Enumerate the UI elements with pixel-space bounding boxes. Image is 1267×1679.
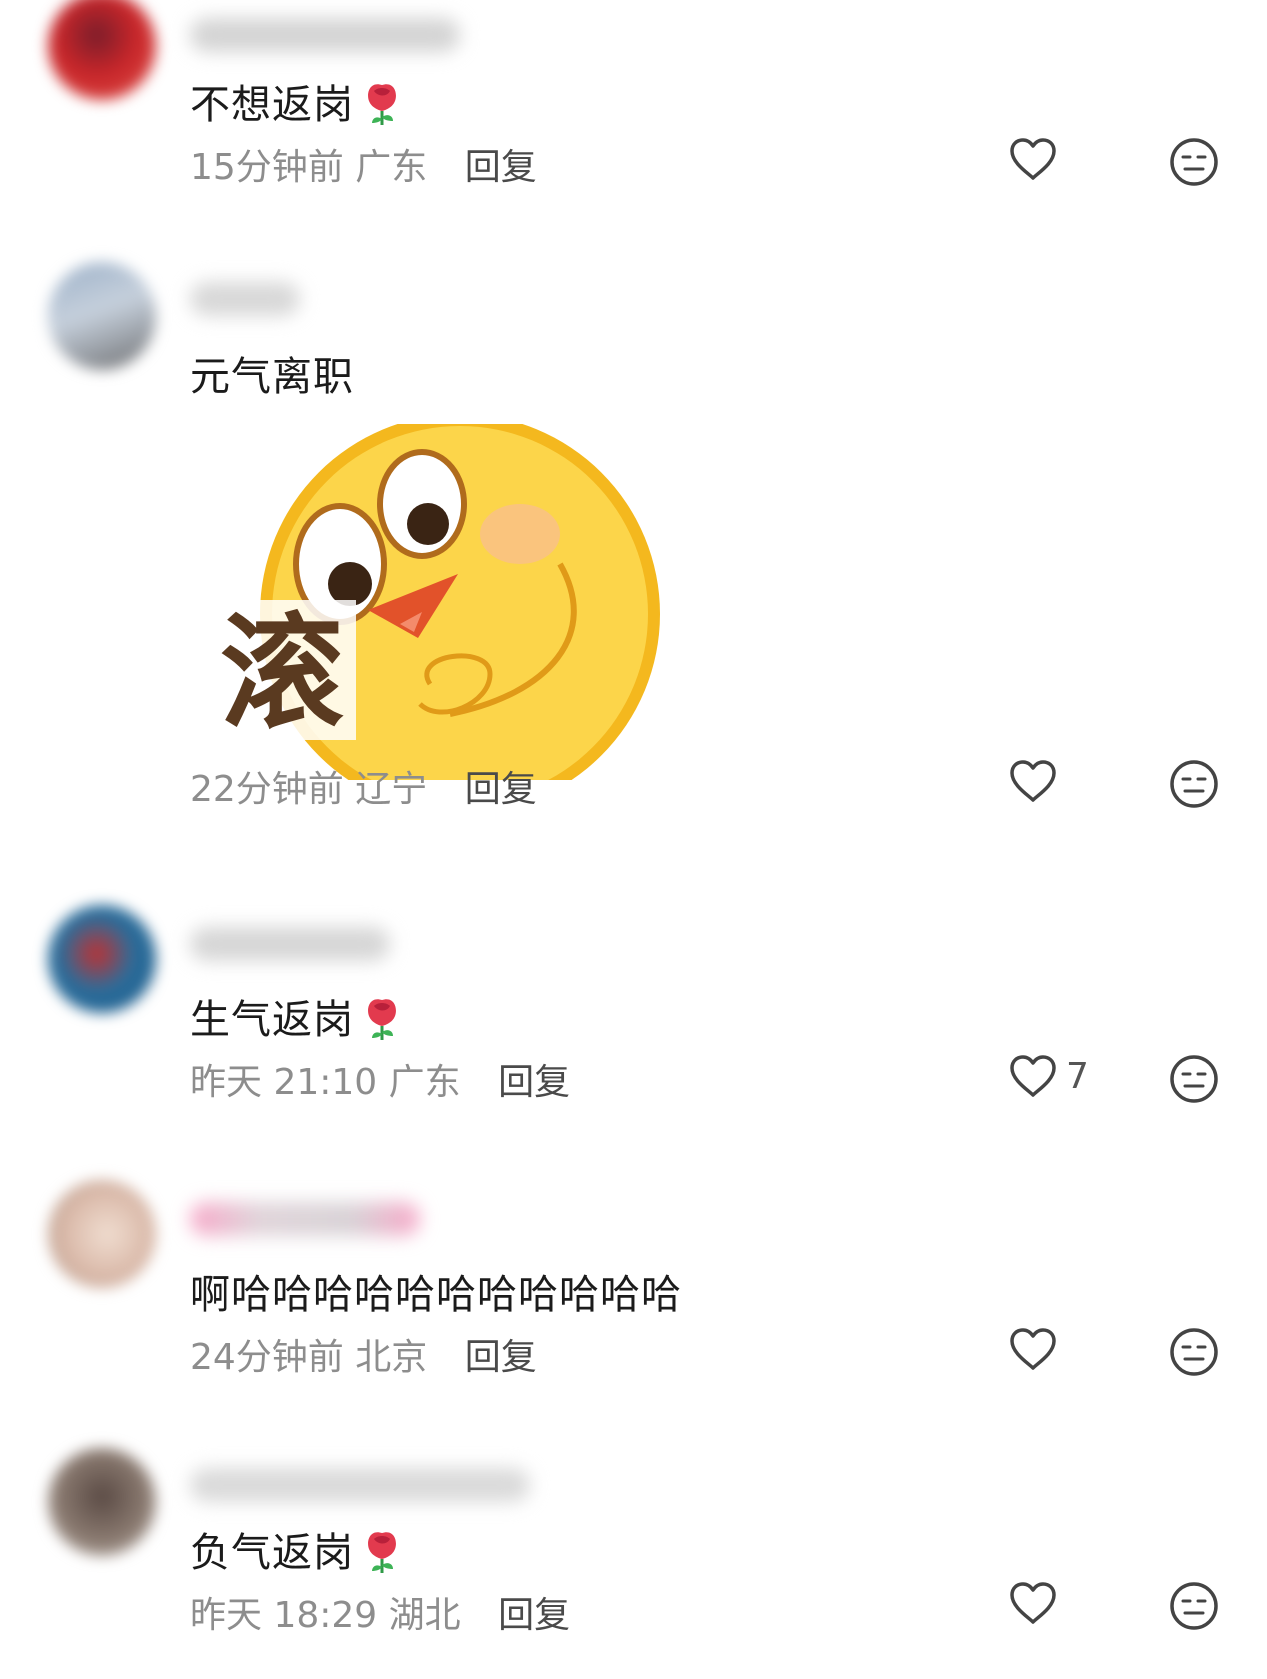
comment-body: 啊哈哈哈哈哈哈哈哈哈哈哈: [190, 1272, 682, 1318]
comment-location: 广东: [355, 147, 428, 188]
comment-body: 不想返岗: [190, 82, 354, 128]
reply-button[interactable]: 回复: [498, 1062, 570, 1103]
like-button[interactable]: [1008, 758, 1066, 804]
comment-location: 北京: [355, 1337, 428, 1378]
username-blurred[interactable]: [190, 1468, 530, 1502]
like-button[interactable]: [1008, 136, 1066, 182]
rose-emoji-icon: [360, 992, 404, 1052]
rose-emoji-icon: [360, 77, 404, 137]
comment-time: 昨天 18:29: [190, 1595, 378, 1636]
comment-time: 15分钟前: [190, 147, 344, 188]
comment-time: 22分钟前: [190, 769, 344, 810]
reply-button[interactable]: 回复: [465, 147, 537, 188]
comment-time: 24分钟前: [190, 1337, 344, 1378]
neutral-face-icon: [1170, 1055, 1218, 1103]
avatar[interactable]: [48, 905, 156, 1013]
comment-text: 不想返岗: [190, 72, 404, 137]
avatar[interactable]: [48, 262, 156, 370]
dislike-button[interactable]: [1168, 136, 1220, 192]
comment-meta: 15分钟前 广东 回复: [190, 138, 537, 190]
dislike-button[interactable]: [1168, 1580, 1220, 1636]
heart-outline-icon: [1010, 1055, 1056, 1097]
comment-meta: 昨天 21:10 广东 回复: [190, 1053, 570, 1105]
comment-body: 负气返岗: [190, 1530, 354, 1576]
username-blurred[interactable]: [190, 927, 390, 961]
like-button[interactable]: [1008, 1326, 1066, 1372]
comment-meta: 22分钟前 辽宁 回复: [190, 760, 537, 812]
avatar[interactable]: [48, 0, 156, 100]
heart-outline-icon: [1010, 760, 1056, 802]
heart-outline-icon: [1010, 138, 1056, 180]
comment-meta: 昨天 18:29 湖北 回复: [190, 1586, 570, 1638]
rose-emoji-icon: [360, 1525, 404, 1585]
heart-outline-icon: [1010, 1328, 1056, 1370]
username-blurred[interactable]: [190, 282, 300, 316]
like-button[interactable]: 7: [1008, 1053, 1089, 1099]
neutral-face-icon: [1170, 138, 1218, 186]
username-blurred[interactable]: [190, 18, 460, 52]
avatar[interactable]: [48, 1180, 156, 1288]
comment-body: 元气离职: [190, 354, 354, 400]
comment-location: 广东: [388, 1062, 461, 1103]
comment-text: 元气离职: [190, 344, 354, 402]
emoji-sticker-icon: 滚: [208, 424, 660, 780]
emoji-sticker-image[interactable]: 滚: [190, 424, 660, 780]
reply-button[interactable]: 回复: [465, 769, 537, 810]
dislike-button[interactable]: [1168, 758, 1220, 814]
avatar[interactable]: [48, 1448, 156, 1556]
comment-location: 辽宁: [355, 769, 428, 810]
comment-location: 湖北: [388, 1595, 461, 1636]
comment-text: 负气返岗: [190, 1520, 404, 1585]
comment-text: 啊哈哈哈哈哈哈哈哈哈哈哈: [190, 1262, 682, 1320]
like-count: 7: [1066, 1055, 1089, 1097]
username-blurred[interactable]: [190, 1202, 420, 1236]
comment-text: 生气返岗: [190, 987, 404, 1052]
sticker-label: 滚: [220, 602, 344, 746]
reply-button[interactable]: 回复: [498, 1595, 570, 1636]
neutral-face-icon: [1170, 760, 1218, 808]
comment-body: 生气返岗: [190, 997, 354, 1043]
dislike-button[interactable]: [1168, 1326, 1220, 1382]
heart-outline-icon: [1010, 1582, 1056, 1624]
comment-meta: 24分钟前 北京 回复: [190, 1328, 537, 1380]
comment-time: 昨天 21:10: [190, 1062, 378, 1103]
reply-button[interactable]: 回复: [465, 1337, 537, 1378]
neutral-face-icon: [1170, 1582, 1218, 1630]
like-button[interactable]: [1008, 1580, 1058, 1630]
neutral-face-icon: [1170, 1328, 1218, 1376]
dislike-button[interactable]: [1168, 1053, 1220, 1109]
